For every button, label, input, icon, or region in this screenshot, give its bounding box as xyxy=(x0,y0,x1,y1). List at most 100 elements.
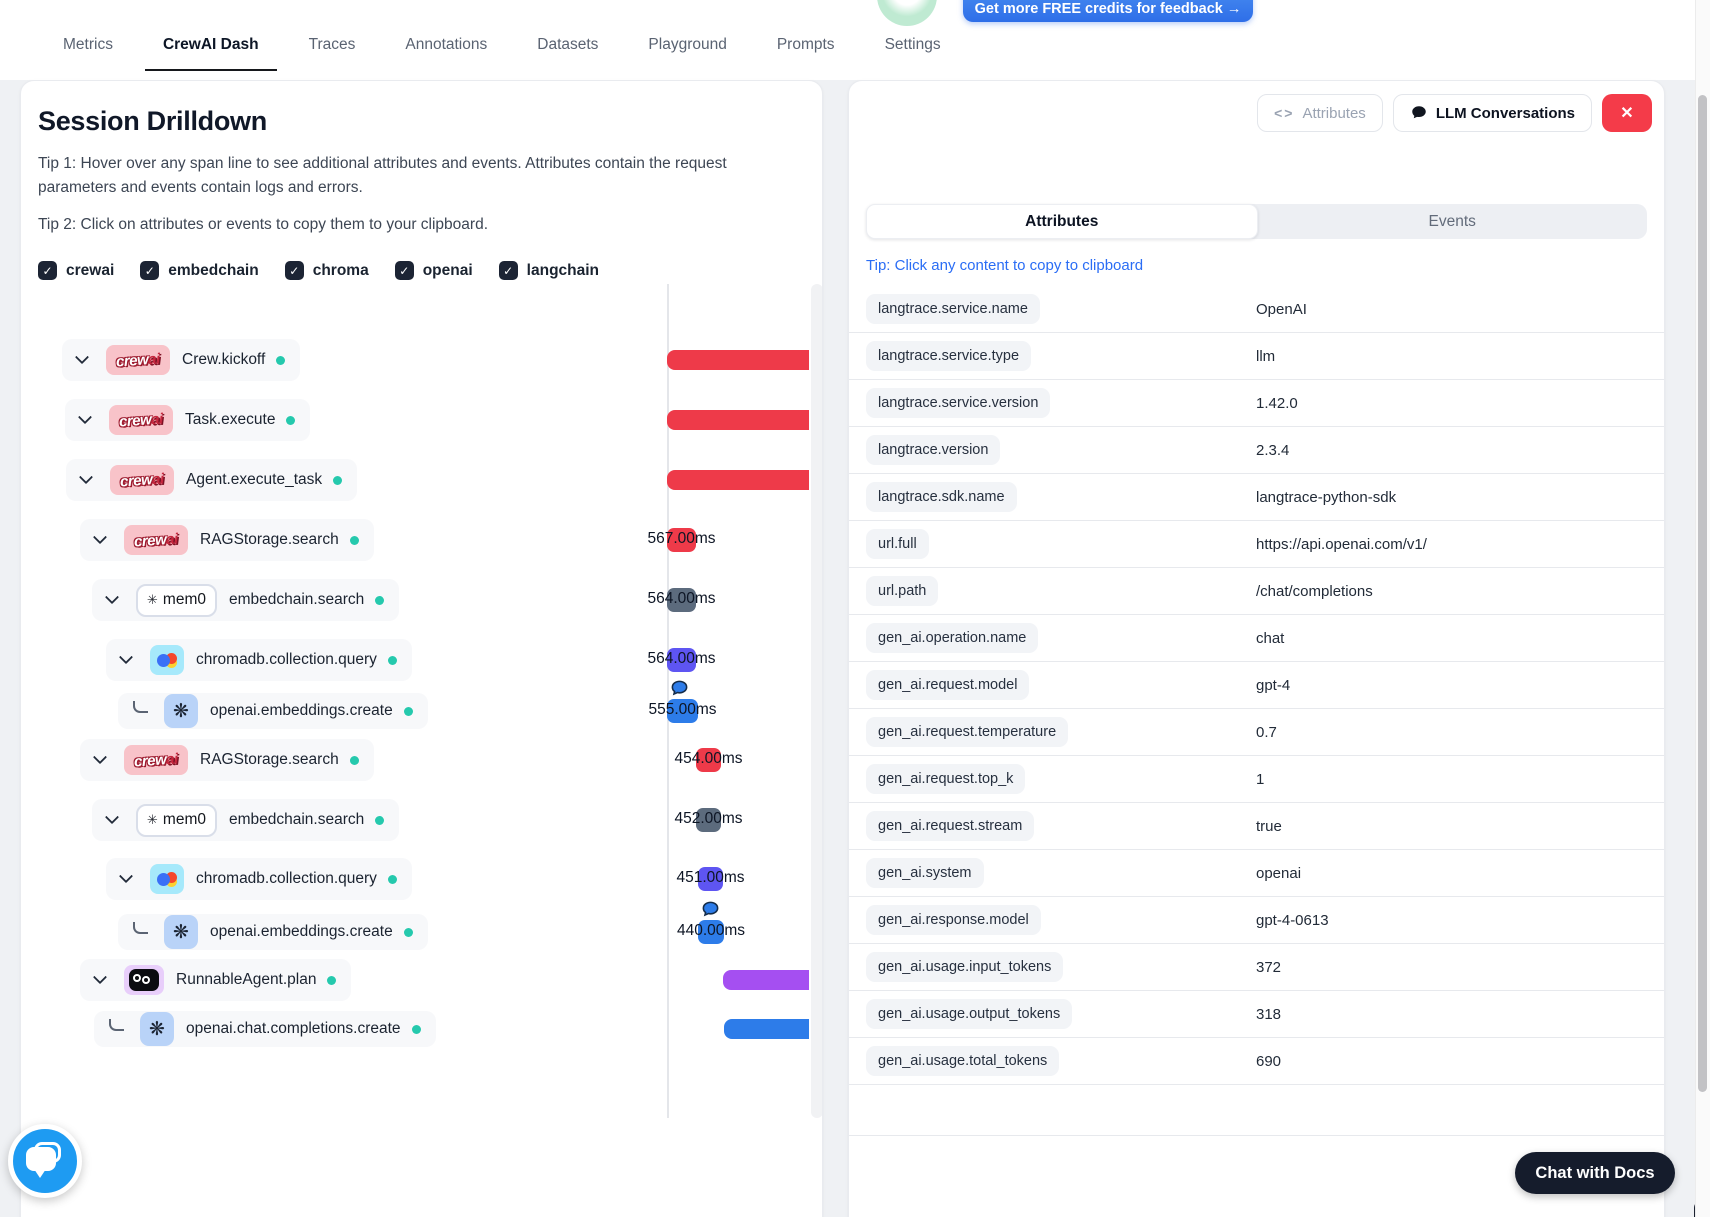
tab-events[interactable]: Events xyxy=(1258,204,1648,239)
tree-elbow-connector-icon[interactable] xyxy=(109,1019,124,1031)
nav-tab-annotations[interactable]: Annotations xyxy=(387,36,505,71)
nav-tab-settings[interactable]: Settings xyxy=(867,36,959,71)
attribute-row-gen-ai-usage-input-tokens[interactable]: gen_ai.usage.input_tokens 372 xyxy=(849,944,1664,991)
chevron-down-icon[interactable] xyxy=(92,750,108,765)
attribute-value[interactable]: 318 xyxy=(1256,1006,1281,1023)
span-row-runnableagent-plan[interactable]: RunnableAgent.plan xyxy=(80,959,352,1001)
nav-tab-metrics[interactable]: Metrics xyxy=(45,36,131,71)
span-row-openai-embeddings-create[interactable]: ❋ openai.embeddings.create xyxy=(118,914,428,950)
page-scrollbar[interactable] xyxy=(1695,0,1710,1217)
attribute-value[interactable]: gpt-4-0613 xyxy=(1256,912,1329,929)
attribute-key[interactable]: gen_ai.request.model xyxy=(866,670,1030,700)
attribute-row-gen-ai-request-stream[interactable]: gen_ai.request.stream true xyxy=(849,803,1664,850)
attribute-key[interactable]: langtrace.sdk.name xyxy=(866,482,1017,512)
attribute-value[interactable]: true xyxy=(1256,818,1282,835)
duration-bar[interactable] xyxy=(724,1019,809,1039)
attribute-value[interactable]: openai xyxy=(1256,865,1301,882)
span-row-embedchain-search[interactable]: ✳ mem0 embedchain.search xyxy=(92,799,400,841)
span-row-chromadb-collection-query[interactable]: chromadb.collection.query xyxy=(106,858,412,900)
attribute-key[interactable]: gen_ai.request.temperature xyxy=(866,717,1069,747)
attribute-row-gen-ai-system[interactable]: gen_ai.system openai xyxy=(849,850,1664,897)
nav-tab-prompts[interactable]: Prompts xyxy=(759,36,853,71)
span-row-embedchain-search[interactable]: ✳ mem0 embedchain.search xyxy=(92,579,400,621)
tree-scrollbar-track[interactable] xyxy=(811,284,822,1118)
attribute-value[interactable]: 1 xyxy=(1256,771,1264,788)
attribute-key[interactable]: langtrace.service.version xyxy=(866,388,1051,418)
attribute-value[interactable]: langtrace-python-sdk xyxy=(1256,489,1396,506)
attribute-key[interactable]: gen_ai.usage.total_tokens xyxy=(866,1046,1060,1076)
attribute-row-langtrace-service-version[interactable]: langtrace.service.version 1.42.0 xyxy=(849,380,1664,427)
attribute-value[interactable]: OpenAI xyxy=(1256,301,1307,318)
tree-elbow-connector-icon[interactable] xyxy=(133,701,148,713)
attribute-row-langtrace-version[interactable]: langtrace.version 2.3.4 xyxy=(849,427,1664,474)
duration-bar[interactable] xyxy=(667,350,809,370)
chat-launcher-button[interactable] xyxy=(8,1124,82,1198)
attribute-row-gen-ai-request-top-k[interactable]: gen_ai.request.top_k 1 xyxy=(849,756,1664,803)
attribute-key[interactable]: url.path xyxy=(866,576,939,606)
attribute-row-gen-ai-response-model[interactable]: gen_ai.response.model gpt-4-0613 xyxy=(849,897,1664,944)
attribute-value[interactable]: 2.3.4 xyxy=(1256,442,1289,459)
chevron-down-icon[interactable] xyxy=(118,869,134,884)
attribute-value[interactable]: 1.42.0 xyxy=(1256,395,1298,412)
close-button[interactable]: ✕ xyxy=(1602,94,1652,132)
attribute-row-gen-ai-request-temperature[interactable]: gen_ai.request.temperature 0.7 xyxy=(849,709,1664,756)
attribute-key[interactable]: gen_ai.system xyxy=(866,858,984,888)
span-row-chromadb-collection-query[interactable]: chromadb.collection.query xyxy=(106,639,412,681)
attribute-row-gen-ai-usage-total-tokens[interactable]: gen_ai.usage.total_tokens 690 xyxy=(849,1038,1664,1085)
tab-attributes[interactable]: Attributes xyxy=(866,204,1258,239)
attribute-key[interactable]: gen_ai.usage.output_tokens xyxy=(866,999,1073,1029)
attribute-row-url-full[interactable]: url.full https://api.openai.com/v1/ xyxy=(849,521,1664,568)
attribute-key[interactable]: url.full xyxy=(866,529,929,559)
llm-conversations-button[interactable]: LLM Conversations xyxy=(1392,94,1592,132)
attribute-value[interactable]: gpt-4 xyxy=(1256,677,1290,694)
attribute-row-url-path[interactable]: url.path/chat/completions xyxy=(849,568,1664,615)
annotation-bubble-icon[interactable] xyxy=(670,679,689,703)
tree-elbow-connector-icon[interactable] xyxy=(133,922,148,934)
attribute-key[interactable]: gen_ai.request.top_k xyxy=(866,764,1026,794)
attribute-value[interactable]: 0.7 xyxy=(1256,724,1277,741)
duration-bar[interactable] xyxy=(667,470,809,490)
attribute-key[interactable]: gen_ai.request.stream xyxy=(866,811,1035,841)
span-row-openai-embeddings-create[interactable]: ❋ openai.embeddings.create xyxy=(118,693,428,729)
chevron-down-icon[interactable] xyxy=(77,410,93,425)
attribute-value[interactable]: llm xyxy=(1256,348,1275,365)
nav-tab-playground[interactable]: Playground xyxy=(630,36,744,71)
attribute-row-gen-ai-operation-name[interactable]: gen_ai.operation.name chat xyxy=(849,615,1664,662)
span-row-ragstorage-search[interactable]: crewai RAGStorage.search xyxy=(80,519,374,561)
attribute-key[interactable]: langtrace.version xyxy=(866,435,1001,465)
span-row-openai-chat-completions-create[interactable]: ❋ openai.chat.completions.create xyxy=(94,1011,436,1047)
duration-bar[interactable] xyxy=(667,410,809,430)
span-row-crew-kickoff[interactable]: crewai Crew.kickoff xyxy=(62,339,301,381)
attribute-value[interactable]: 372 xyxy=(1256,959,1281,976)
attribute-row-langtrace-service-name[interactable]: langtrace.service.name OpenAI xyxy=(849,286,1664,333)
duration-bar[interactable] xyxy=(723,970,809,990)
span-row-task-execute[interactable]: crewai Task.execute xyxy=(65,399,311,441)
attribute-value[interactable]: chat xyxy=(1256,630,1284,647)
attribute-row-gen-ai-request-model[interactable]: gen_ai.request.model gpt-4 xyxy=(849,662,1664,709)
free-credits-cta-button[interactable]: Get more FREE credits for feedback → xyxy=(963,0,1253,22)
nav-tab-traces[interactable]: Traces xyxy=(291,36,374,71)
attribute-key[interactable]: langtrace.service.type xyxy=(866,341,1032,371)
annotation-bubble-icon[interactable] xyxy=(701,900,720,924)
attributes-header-button[interactable]: <> Attributes xyxy=(1257,94,1383,132)
nav-tab-datasets[interactable]: Datasets xyxy=(519,36,616,71)
chevron-down-icon[interactable] xyxy=(92,970,108,985)
page-scrollbar-thumb[interactable] xyxy=(1698,95,1707,1092)
attribute-key[interactable]: gen_ai.operation.name xyxy=(866,623,1039,653)
attribute-key[interactable]: gen_ai.response.model xyxy=(866,905,1041,935)
nav-tab-crewai-dash[interactable]: CrewAI Dash xyxy=(144,36,277,71)
attribute-row-gen-ai-usage-output-tokens[interactable]: gen_ai.usage.output_tokens 318 xyxy=(849,991,1664,1038)
attribute-key[interactable]: langtrace.service.name xyxy=(866,294,1040,324)
attribute-value[interactable]: /chat/completions xyxy=(1256,583,1373,600)
span-row-ragstorage-search[interactable]: crewai RAGStorage.search xyxy=(80,739,374,781)
attribute-key[interactable]: gen_ai.usage.input_tokens xyxy=(866,952,1064,982)
attribute-value[interactable]: 690 xyxy=(1256,1053,1281,1070)
chevron-down-icon[interactable] xyxy=(118,650,134,665)
span-row-agent-execute-task[interactable]: crewai Agent.execute_task xyxy=(66,459,358,501)
chevron-down-icon[interactable] xyxy=(78,470,94,485)
chevron-down-icon[interactable] xyxy=(74,350,90,365)
chevron-down-icon[interactable] xyxy=(92,530,108,545)
attribute-row-langtrace-sdk-name[interactable]: langtrace.sdk.name langtrace-python-sdk xyxy=(849,474,1664,521)
chevron-down-icon[interactable] xyxy=(104,590,120,605)
chevron-down-icon[interactable] xyxy=(104,810,120,825)
